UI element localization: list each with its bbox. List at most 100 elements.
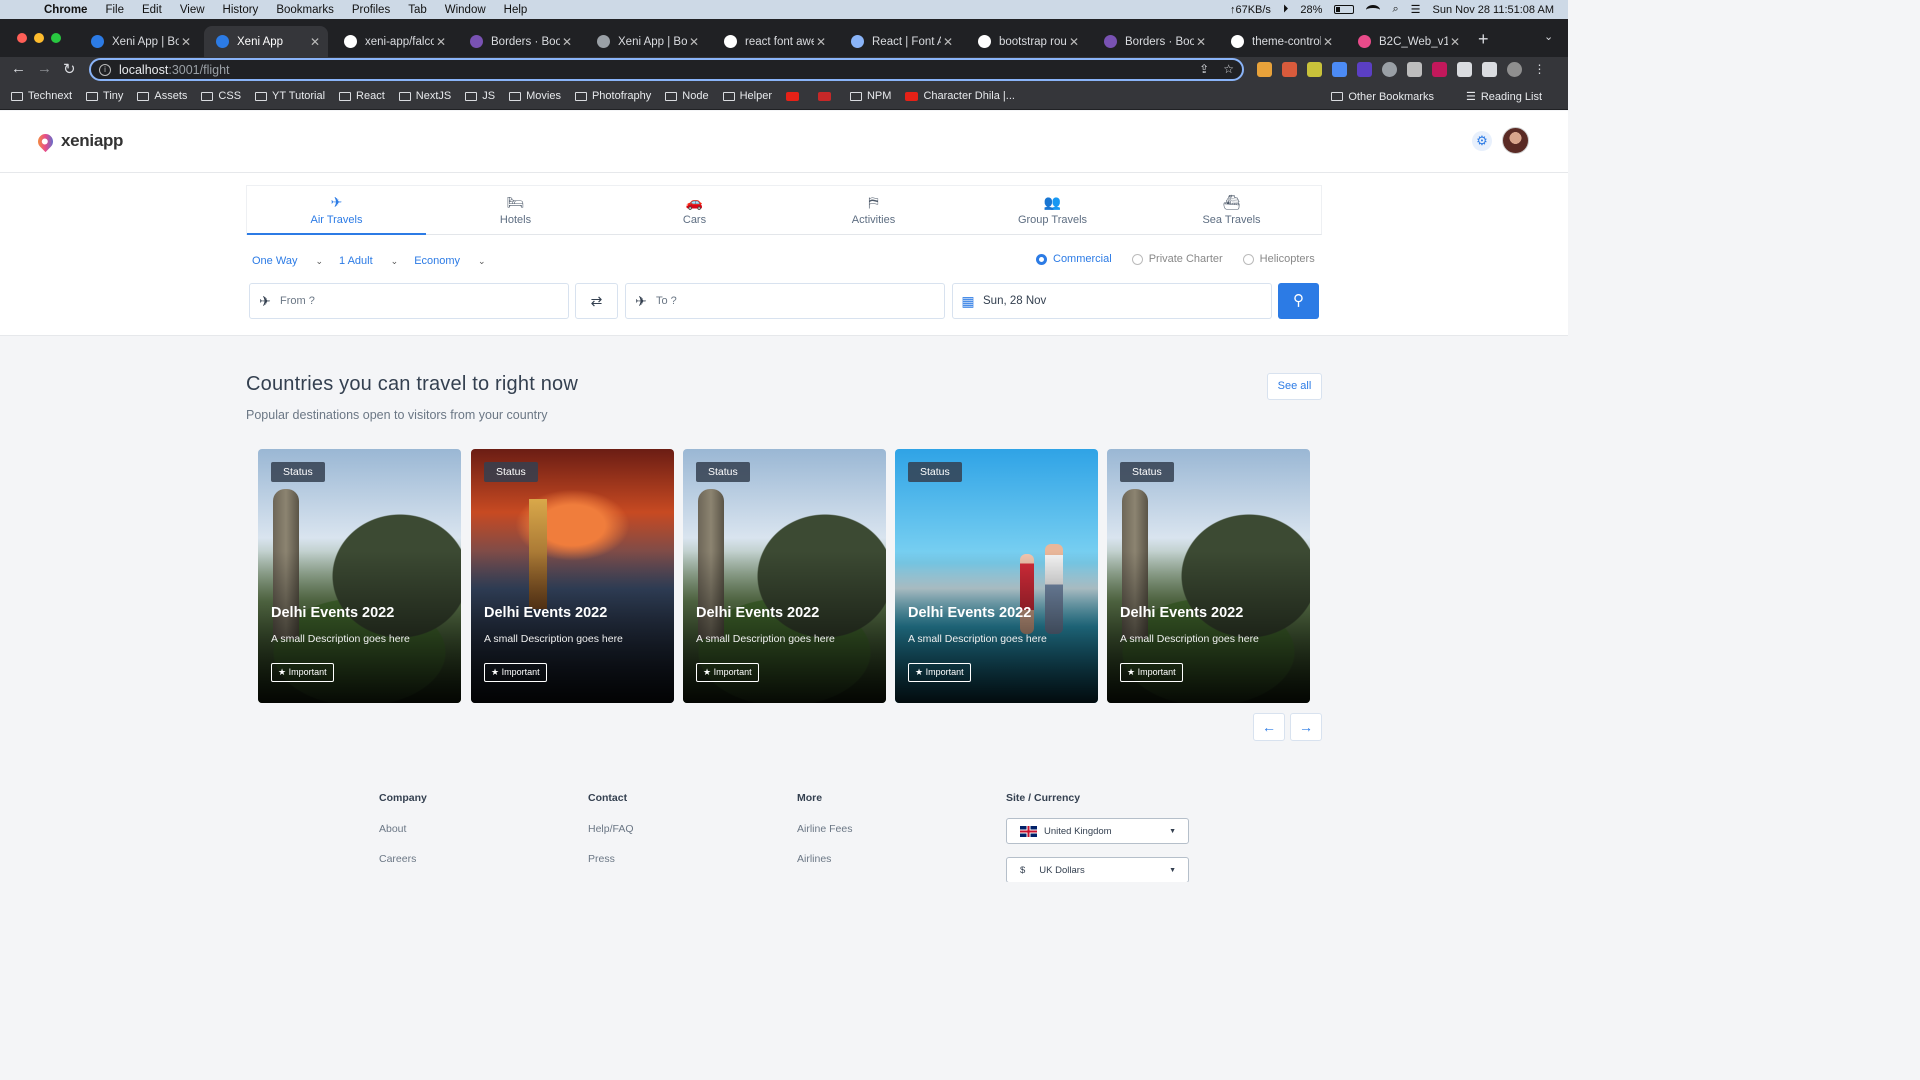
see-all-button[interactable]: See all bbox=[1267, 373, 1322, 400]
important-badge[interactable]: ★ Important bbox=[908, 663, 971, 682]
trip-type-dropdown[interactable]: One Way ⌄ bbox=[252, 255, 323, 267]
to-field[interactable]: ✈ To ? bbox=[625, 283, 945, 319]
tab-search-icon[interactable]: ⌄ bbox=[1544, 30, 1553, 43]
bookmark-item[interactable]: React bbox=[339, 90, 385, 102]
close-tab-icon[interactable]: ✕ bbox=[1067, 35, 1081, 49]
close-tab-icon[interactable]: ✕ bbox=[434, 35, 448, 49]
address-bar[interactable]: i localhost:3001/flight ⇪ ☆ bbox=[89, 58, 1244, 81]
footer-link-airline-fees[interactable]: Airline Fees bbox=[797, 823, 852, 835]
profile-avatar-icon[interactable] bbox=[1507, 62, 1522, 77]
country-select[interactable]: United Kingdom ▼ bbox=[1006, 818, 1189, 844]
travel-tab-air-travels[interactable]: ✈ Air Travels bbox=[247, 186, 426, 235]
bookmark-item[interactable] bbox=[785, 91, 804, 101]
footer-link-about[interactable]: About bbox=[379, 823, 427, 835]
bookmark-item[interactable]: Character Dhila |... bbox=[905, 90, 1015, 102]
travel-tab-activities[interactable]: ⛿ Activities bbox=[784, 186, 963, 234]
browser-tab[interactable]: B2C_Web_v1.0✕ bbox=[1346, 26, 1468, 57]
clock[interactable]: Sun Nov 28 11:51:08 AM bbox=[1433, 4, 1555, 16]
currency-select[interactable]: $ UK Dollars ▼ bbox=[1006, 857, 1189, 882]
bookmark-item[interactable]: CSS bbox=[201, 90, 241, 102]
important-badge[interactable]: ★ Important bbox=[271, 663, 334, 682]
site-info-icon[interactable]: i bbox=[99, 63, 111, 76]
radio-private-charter[interactable]: Private Charter bbox=[1131, 253, 1223, 265]
menu-bookmarks[interactable]: Bookmarks bbox=[276, 4, 334, 16]
reload-icon[interactable]: ↻ bbox=[63, 60, 76, 78]
minimize-window-icon[interactable] bbox=[34, 33, 44, 43]
new-tab-icon[interactable]: + bbox=[1478, 29, 1489, 50]
swap-locations-button[interactable]: ⇄ bbox=[575, 283, 618, 319]
destination-card[interactable]: Status Delhi Events 2022 A small Descripti… bbox=[471, 449, 674, 703]
translate-extension-icon[interactable] bbox=[1332, 62, 1347, 77]
browser-tab[interactable]: React | Font Aw✕ bbox=[839, 26, 961, 57]
ublock-icon[interactable] bbox=[1432, 62, 1447, 77]
menu-help[interactable]: Help bbox=[504, 4, 528, 16]
close-window-icon[interactable] bbox=[17, 33, 27, 43]
forward-icon[interactable]: → bbox=[37, 60, 52, 77]
from-field[interactable]: ✈ From ? bbox=[249, 283, 569, 319]
back-icon[interactable]: ← bbox=[11, 60, 26, 77]
menu-view[interactable]: View bbox=[180, 4, 205, 16]
bookmark-item[interactable]: NPM bbox=[849, 90, 891, 102]
footer-link-press[interactable]: Press bbox=[588, 853, 634, 865]
zoom-window-icon[interactable] bbox=[51, 33, 61, 43]
radio-commercial[interactable]: Commercial bbox=[1036, 253, 1112, 265]
bookmark-item[interactable]: Technext bbox=[11, 90, 72, 102]
close-tab-icon[interactable]: ✕ bbox=[1321, 35, 1335, 49]
bookmark-star-icon[interactable]: ☆ bbox=[1223, 62, 1234, 76]
bookmark-item[interactable]: JS bbox=[465, 90, 495, 102]
play-icon[interactable]: ⏵ bbox=[1283, 3, 1289, 16]
browser-tab[interactable]: Xeni App | Book✕ bbox=[79, 26, 199, 57]
bookmark-item[interactable]: Assets bbox=[137, 90, 187, 102]
close-tab-icon[interactable]: ✕ bbox=[179, 35, 193, 49]
extension-icon-1[interactable] bbox=[1257, 62, 1272, 77]
close-tab-icon[interactable]: ✕ bbox=[560, 35, 574, 49]
menu-window[interactable]: Window bbox=[445, 4, 486, 16]
menu-tab[interactable]: Tab bbox=[408, 4, 427, 16]
date-field[interactable]: ▦ Sun, 28 Nov bbox=[952, 283, 1272, 319]
other-bookmarks[interactable]: Other Bookmarks bbox=[1331, 91, 1434, 103]
close-tab-icon[interactable]: ✕ bbox=[687, 35, 701, 49]
destination-card[interactable]: Status Delhi Events 2022 A small Descripti… bbox=[1107, 449, 1310, 703]
menu-chrome[interactable]: Chrome bbox=[44, 4, 87, 16]
extension-icon-3[interactable] bbox=[1307, 62, 1322, 77]
bookmark-item[interactable]: Node bbox=[665, 90, 709, 102]
travel-tab-cars[interactable]: 🚗 Cars bbox=[605, 186, 784, 234]
close-tab-icon[interactable]: ✕ bbox=[941, 35, 955, 49]
reading-list-icon[interactable] bbox=[1482, 62, 1497, 77]
chrome-menu-icon[interactable]: ⋮ bbox=[1532, 62, 1547, 77]
important-badge[interactable]: ★ Important bbox=[1120, 663, 1183, 682]
menu-history[interactable]: History bbox=[223, 4, 259, 16]
browser-tab[interactable]: bootstrap round✕ bbox=[966, 26, 1087, 57]
search-button[interactable]: ⚲ bbox=[1278, 283, 1319, 319]
browser-tab[interactable]: Borders · Boots✕ bbox=[1092, 26, 1214, 57]
destination-card[interactable]: Status Delhi Events 2022 A small Descripti… bbox=[895, 449, 1098, 703]
close-tab-icon[interactable]: ✕ bbox=[1448, 35, 1462, 49]
important-badge[interactable]: ★ Important bbox=[484, 663, 547, 682]
destination-card[interactable]: Status Delhi Events 2022 A small Descripti… bbox=[258, 449, 461, 703]
travel-tab-group-travels[interactable]: 👥 Group Travels bbox=[963, 186, 1142, 234]
important-badge[interactable]: ★ Important bbox=[696, 663, 759, 682]
extension-icon-2[interactable] bbox=[1282, 62, 1297, 77]
control-center-icon[interactable]: ☰ bbox=[1411, 3, 1421, 16]
radio-helicopters[interactable]: Helicopters bbox=[1242, 253, 1315, 265]
travel-tab-sea-travels[interactable]: ⛴ Sea Travels bbox=[1142, 186, 1321, 234]
menu-file[interactable]: File bbox=[105, 4, 124, 16]
footer-link-help[interactable]: Help/FAQ bbox=[588, 823, 634, 835]
bookmark-item[interactable]: Movies bbox=[509, 90, 561, 102]
bookmark-item[interactable] bbox=[817, 91, 836, 101]
browser-tab[interactable]: Borders · Boots✕ bbox=[458, 26, 580, 57]
carousel-prev-button[interactable]: ← bbox=[1253, 713, 1285, 741]
close-tab-icon[interactable]: ✕ bbox=[1194, 35, 1208, 49]
battery-icon[interactable] bbox=[1334, 5, 1355, 14]
browser-tab[interactable]: Xeni App ✕ bbox=[204, 26, 328, 57]
browser-tab[interactable]: react font awes✕ bbox=[712, 26, 834, 57]
settings-gear-icon[interactable]: ⚙ bbox=[1472, 131, 1492, 151]
bookmark-item[interactable]: Helper bbox=[722, 90, 772, 102]
extension-icon-5[interactable] bbox=[1357, 62, 1372, 77]
menu-edit[interactable]: Edit bbox=[142, 4, 162, 16]
share-icon[interactable]: ⇪ bbox=[1199, 62, 1209, 76]
bookmark-item[interactable]: YT Tutorial bbox=[255, 90, 325, 102]
travel-tab-hotels[interactable]: 🛏 Hotels bbox=[426, 186, 605, 234]
footer-link-careers[interactable]: Careers bbox=[379, 853, 427, 865]
passengers-dropdown[interactable]: 1 Adult ⌄ bbox=[339, 255, 398, 267]
